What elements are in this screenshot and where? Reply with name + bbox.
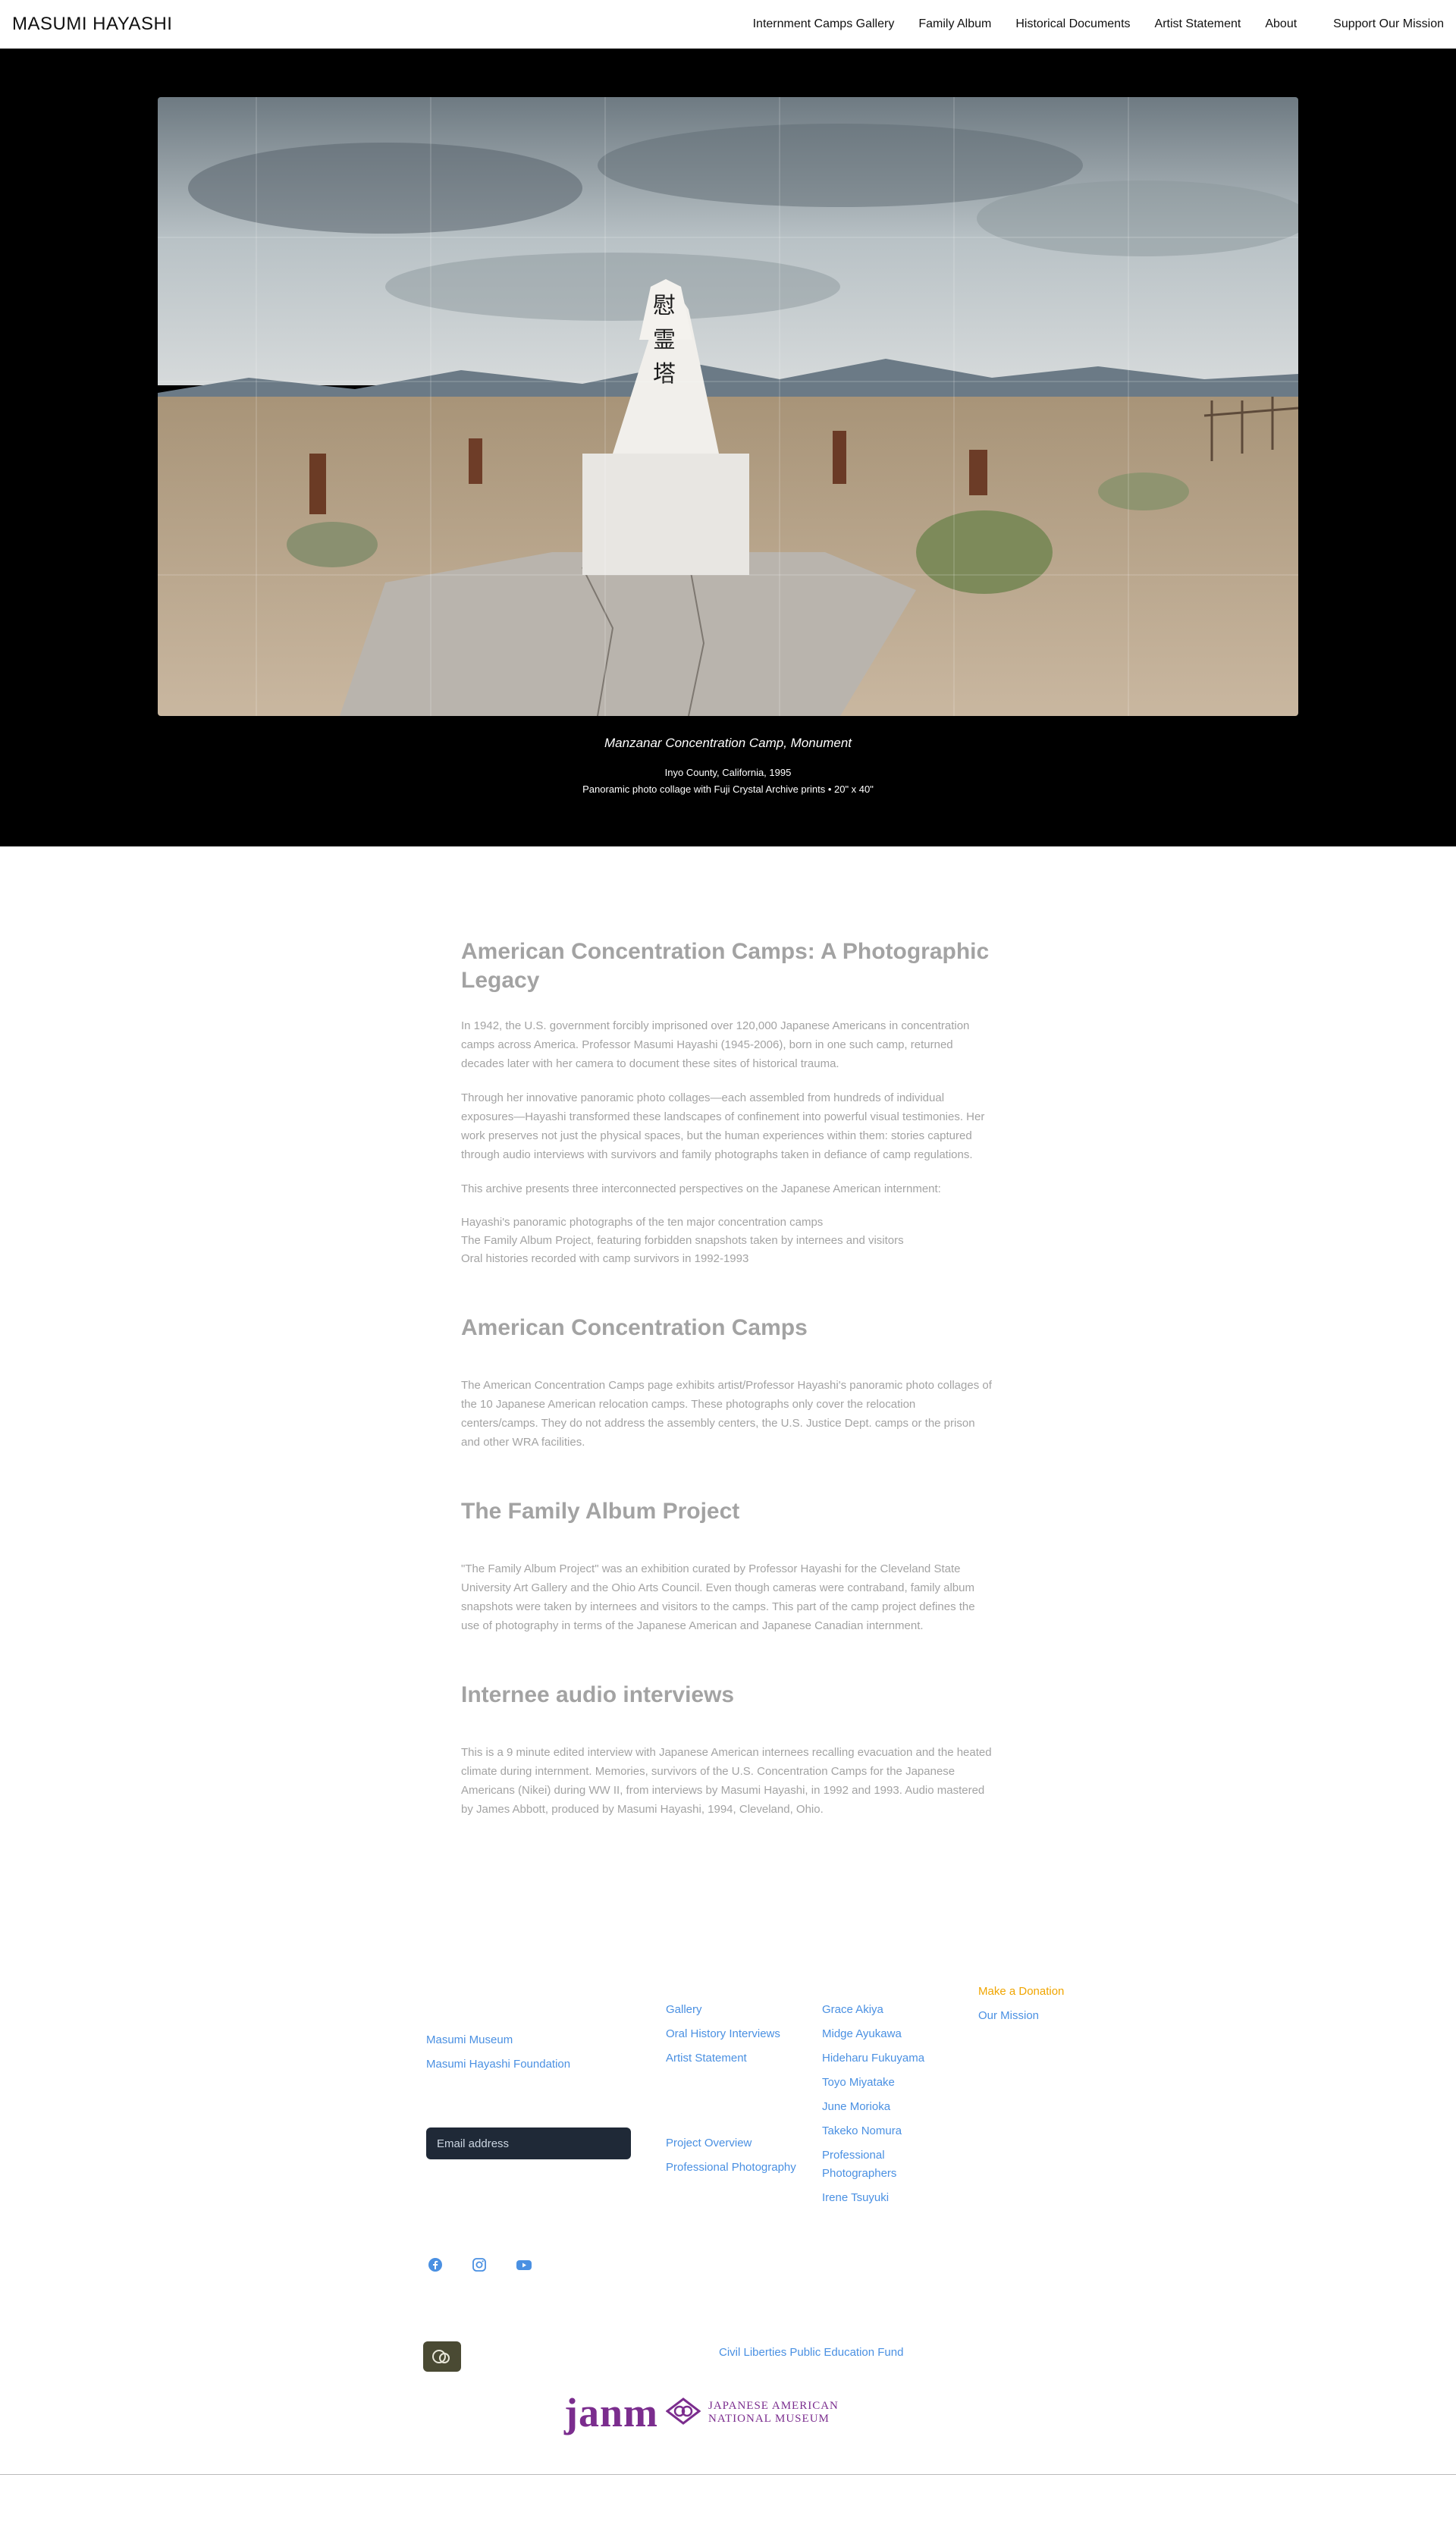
footer-col-project: Project Overview Professional Photograph…: [666, 2131, 802, 2177]
footer-link-takeko-nomura[interactable]: Takeko Nomura: [822, 2119, 951, 2143]
janm-logo-line-1: JAPANESE AMERICAN: [708, 2400, 839, 2412]
footer-link-june-morioka[interactable]: June Morioka: [822, 2095, 951, 2119]
footer-link-clpef[interactable]: Civil Liberties Public Education Fund: [719, 2346, 903, 2359]
footer-link-professional-photographers[interactable]: Professional Photographers: [822, 2146, 951, 2183]
section-audio-title: Internee audio interviews: [461, 1682, 735, 1707]
janm-logo-word: janm: [564, 2390, 658, 2435]
hero-caption-location: Inyo County, California, 1995: [664, 767, 792, 778]
nav-family-album[interactable]: Family Album: [918, 17, 991, 31]
section-camps-body: The American Concentration Camps page ex…: [461, 1379, 992, 1449]
footer-link-midge-ayukawa[interactable]: Midge Ayukawa: [822, 2022, 951, 2046]
intro-paragraph-1: In 1942, the U.S. government forcibly im…: [461, 1019, 970, 1070]
list-item: Oral histories recorded with camp surviv…: [461, 1252, 749, 1265]
janm-emblem-icon: [665, 2397, 701, 2429]
nav-historical-documents[interactable]: Historical Documents: [1015, 17, 1130, 31]
youtube-icon[interactable]: [516, 2257, 532, 2276]
social-links: [428, 2257, 561, 2276]
footer-link-masumi-museum[interactable]: Masumi Museum: [426, 2028, 570, 2052]
cultural-org-badge-icon[interactable]: [423, 2341, 461, 2372]
hero-panoramic-photo: 慰 霊 塔: [158, 97, 1298, 716]
footer-link-professional-photography[interactable]: Professional Photography: [666, 2159, 802, 2177]
janm-logo-line-2: NATIONAL MUSEUM: [708, 2413, 830, 2425]
footer-col-support: Make a Donation Our Mission: [978, 1980, 1064, 2028]
hero-caption-title: Manzanar Concentration Camp, Monument: [604, 736, 852, 750]
main-content: American Concentration Camps: A Photogra…: [461, 937, 995, 1819]
nav-about[interactable]: About: [1265, 17, 1297, 31]
footer-link-irene-tsuyuki[interactable]: Irene Tsuyuki: [822, 2186, 951, 2210]
intro-paragraph-3: This archive presents three interconnect…: [461, 1182, 941, 1195]
monument-glyph-3: 塔: [653, 361, 676, 388]
footer-col-museum: Masumi Museum Masumi Hayashi Foundation: [426, 2028, 570, 2077]
list-item: The Family Album Project, featuring forb…: [461, 1234, 904, 1247]
site-brand[interactable]: MASUMI HAYASHI: [12, 14, 172, 35]
section-family-album-body: "The Family Album Project" was an exhibi…: [461, 1562, 975, 1632]
site-header: MASUMI HAYASHI Internment Camps Gallery …: [0, 0, 1456, 49]
footer-link-artist-statement[interactable]: Artist Statement: [666, 2046, 780, 2071]
janm-logo[interactable]: janm JAPANESE AMERICAN NATIONAL MUSEUM: [564, 2389, 839, 2436]
facebook-icon[interactable]: [428, 2257, 443, 2276]
list-item: Hayashi's panoramic photographs of the t…: [461, 1216, 824, 1229]
section-camps: American Concentration Camps The America…: [461, 1314, 995, 1452]
section-audio-body: This is a 9 minute edited interview with…: [461, 1746, 992, 1816]
monument-glyph-2: 霊: [653, 327, 676, 353]
email-field[interactable]: [426, 2127, 631, 2159]
footer-link-hideharu-fukuyama[interactable]: Hideharu Fukuyama: [822, 2046, 951, 2071]
footer-link-grace-akiya[interactable]: Grace Akiya: [822, 1998, 951, 2022]
hero-section: 慰 霊 塔 Manzanar Concentration Camp, Monum…: [0, 49, 1456, 846]
footer-col-photographers: Grace Akiya Midge Ayukawa Hideharu Fukuy…: [822, 1998, 951, 2210]
section-audio-interviews: Internee audio interviews This is a 9 mi…: [461, 1681, 995, 1819]
footer-link-our-mission[interactable]: Our Mission: [978, 2004, 1064, 2028]
section-family-album-title: The Family Album Project: [461, 1499, 740, 1524]
nav-support-our-mission[interactable]: Support Our Mission: [1333, 17, 1444, 31]
intro-list: Hayashi's panoramic photographs of the t…: [461, 1214, 995, 1268]
main-nav: Internment Camps Gallery Family Album Hi…: [729, 17, 1444, 31]
nav-internment-camps-gallery[interactable]: Internment Camps Gallery: [753, 17, 895, 31]
footer-col-gallery: Gallery Oral History Interviews Artist S…: [666, 1998, 780, 2071]
footer-link-make-donation[interactable]: Make a Donation: [978, 1980, 1064, 2004]
footer-link-toyo-miyatake[interactable]: Toyo Miyatake: [822, 2071, 951, 2095]
footer-link-foundation[interactable]: Masumi Hayashi Foundation: [426, 2052, 570, 2077]
intro-paragraph-2: Through her innovative panoramic photo c…: [461, 1091, 985, 1161]
hero-caption-medium: Panoramic photo collage with Fuji Crysta…: [582, 783, 874, 795]
footer-link-gallery[interactable]: Gallery: [666, 1998, 780, 2022]
section-family-album: The Family Album Project "The Family Alb…: [461, 1497, 995, 1635]
janm-logo-subtitle: JAPANESE AMERICAN NATIONAL MUSEUM: [708, 2400, 839, 2426]
section-camps-title: American Concentration Camps: [461, 1315, 808, 1340]
instagram-icon[interactable]: [472, 2257, 487, 2276]
nav-artist-statement[interactable]: Artist Statement: [1155, 17, 1241, 31]
footer-link-project-overview[interactable]: Project Overview: [666, 2131, 802, 2156]
footer-divider: [0, 2474, 1456, 2475]
hero-caption: Manzanar Concentration Camp, Monument In…: [0, 736, 1456, 798]
footer-link-oral-history[interactable]: Oral History Interviews: [666, 2022, 780, 2046]
monument-glyph-1: 慰: [653, 293, 676, 319]
intro-title: American Concentration Camps: A Photogra…: [461, 939, 990, 993]
